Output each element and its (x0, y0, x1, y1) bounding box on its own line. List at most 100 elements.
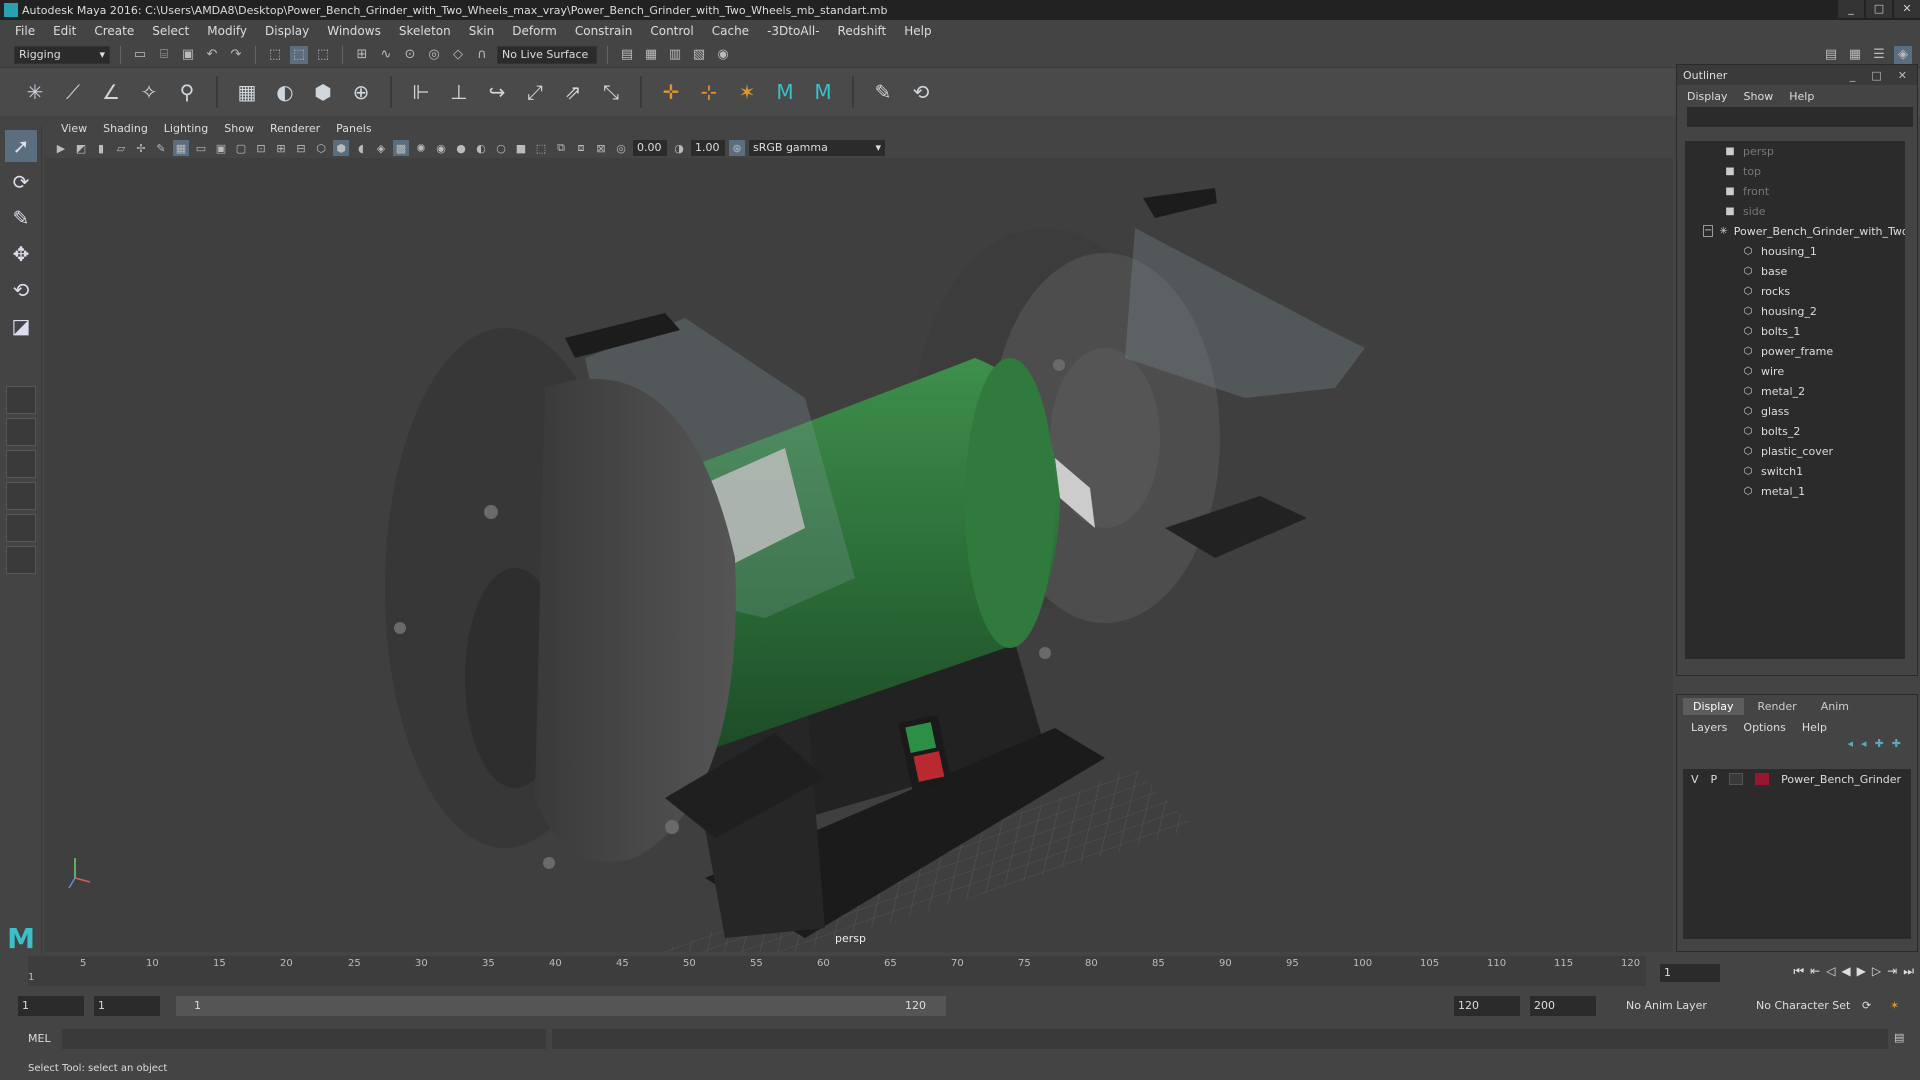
bind-skin-icon[interactable]: ✧ (134, 77, 164, 107)
joint-tool-icon[interactable]: ✳ (20, 77, 50, 107)
attribute-editor-icon[interactable]: ▤ (1822, 46, 1840, 64)
auto-key-icon[interactable]: ⟳ (1862, 996, 1871, 1016)
layer-menu-options[interactable]: Options (1743, 721, 1785, 734)
select-object-icon[interactable]: ⬚ (290, 45, 308, 64)
range-end-field[interactable]: 120 (1454, 996, 1520, 1016)
isolate-select-icon[interactable]: ⬚ (533, 140, 549, 156)
menu-skeleton[interactable]: Skeleton (390, 24, 460, 38)
three-view-layout-icon[interactable] (6, 514, 36, 542)
outliner-item-bolts-2[interactable]: ⬡ bolts_2 (1685, 421, 1905, 441)
menu-create[interactable]: Create (85, 24, 143, 38)
move-layer-down-icon[interactable]: ◂ (1861, 737, 1867, 757)
cluster-icon[interactable]: ◐ (270, 77, 300, 107)
undo-icon[interactable]: ↶ (203, 46, 221, 64)
redo-icon[interactable]: ↷ (227, 46, 245, 64)
select-hierarchy-icon[interactable]: ⬚ (266, 46, 284, 64)
outliner-item-persp[interactable]: ■ persp (1685, 141, 1905, 161)
parent-constraint-icon[interactable]: ⊩ (406, 77, 436, 107)
close-button[interactable]: ✕ (1894, 0, 1920, 18)
grease-pencil-icon[interactable]: ✎ (153, 140, 169, 156)
live-surface-field[interactable]: No Live Surface (497, 45, 597, 64)
new-scene-icon[interactable]: ▭ (131, 46, 149, 64)
four-view-layout-icon[interactable] (6, 418, 36, 446)
pole-vector-icon[interactable]: ⤡ (596, 77, 626, 107)
motion-blur-icon[interactable]: ◐ (473, 140, 489, 156)
persp-hypershade-layout-icon[interactable] (6, 546, 36, 574)
snap-view-icon[interactable]: ◎ (425, 46, 443, 64)
outliner-item-power-frame[interactable]: ⬡ power_frame (1685, 341, 1905, 361)
film-gate-icon[interactable]: ▭ (193, 140, 209, 156)
outliner-item-wire[interactable]: ⬡ wire (1685, 361, 1905, 381)
maya-m-icon[interactable]: M (770, 77, 800, 107)
minimize-button[interactable]: _ (1838, 0, 1864, 18)
locator-icon[interactable]: ✛ (656, 77, 686, 107)
viewport-scene[interactable] (45, 158, 1673, 952)
outliner-item-front[interactable]: ■ front (1685, 181, 1905, 201)
single-perspective-layout-icon[interactable] (6, 386, 36, 414)
outliner-item-top[interactable]: ■ top (1685, 161, 1905, 181)
wireframe-icon[interactable]: ⬡ (313, 140, 329, 156)
collapse-icon[interactable]: − (1703, 225, 1714, 237)
range-start-field[interactable]: 1 (94, 996, 160, 1016)
character-set-dropdown[interactable]: No Character Set (1756, 996, 1850, 1016)
two-d-pan-icon[interactable]: ✢ (133, 140, 149, 156)
outliner-item-bolts-1[interactable]: ⬡ bolts_1 (1685, 321, 1905, 341)
paint-select-tool-icon[interactable]: ✎ (5, 202, 37, 234)
camera-attributes-icon[interactable]: ◩ (73, 140, 89, 156)
menu-skin[interactable]: Skin (460, 24, 504, 38)
persp-outliner-layout-icon[interactable] (6, 450, 36, 478)
layer-row[interactable]: V P Power_Bench_Grinder (1683, 769, 1911, 789)
move-tool-icon[interactable]: ✥ (5, 238, 37, 270)
menuset-dropdown[interactable]: Rigging ▾ (14, 45, 110, 64)
layer-menu-layers[interactable]: Layers (1691, 721, 1727, 734)
depth-of-field-icon[interactable]: ■ (513, 140, 529, 156)
menu-redshift[interactable]: Redshift (829, 24, 896, 38)
save-scene-icon[interactable]: ▣ (179, 46, 197, 64)
outliner-maximize-button[interactable]: □ (1871, 69, 1881, 82)
anim-prefs-icon[interactable]: ✶ (1890, 996, 1899, 1016)
snap-magnet-icon[interactable]: ∩ (473, 46, 491, 64)
camera-select-icon[interactable]: ▶ (53, 140, 69, 156)
command-input[interactable] (62, 1029, 546, 1049)
ipr-render-icon[interactable]: ▥ (666, 46, 684, 64)
step-forward-key-icon[interactable]: ⇥ (1887, 964, 1897, 979)
play-backward-icon[interactable]: ◀ (1841, 964, 1850, 979)
orient-constraint-icon[interactable]: ↪ (482, 77, 512, 107)
start-frame-field[interactable]: 1 (18, 996, 84, 1016)
menu-modify[interactable]: Modify (198, 24, 256, 38)
exposure-field[interactable]: 0.00 (633, 140, 667, 156)
go-to-start-icon[interactable]: ⏮ (1793, 964, 1804, 979)
render-view-icon[interactable]: ▧ (690, 46, 708, 64)
snap-point-icon[interactable]: ⊙ (401, 46, 419, 64)
select-component-icon[interactable]: ⬚ (314, 46, 332, 64)
maya-m-alt-icon[interactable]: M (808, 77, 838, 107)
mirror-weights-icon[interactable]: ⟲ (906, 77, 936, 107)
outliner-search-input[interactable] (1687, 107, 1913, 127)
outliner-item-root[interactable]: −✳Power_Bench_Grinder_with_Two_Wheels (1685, 221, 1905, 241)
range-slider[interactable]: 1 120 (176, 996, 946, 1016)
wireframe-on-shaded-icon[interactable]: ◈ (373, 140, 389, 156)
bookmark-icon[interactable]: ▮ (93, 140, 109, 156)
outliner-item-housing-2[interactable]: ⬡ housing_2 (1685, 301, 1905, 321)
outliner-menu-help[interactable]: Help (1789, 90, 1814, 103)
outliner-item-metal-2[interactable]: ⬡ metal_2 (1685, 381, 1905, 401)
snap-surface-icon[interactable]: ◇ (449, 46, 467, 64)
view-transform-dropdown[interactable]: sRGB gamma ▾ (749, 140, 885, 156)
layer-editor-icon[interactable]: ◈ (1894, 45, 1912, 64)
grid-icon[interactable]: ▦ (173, 140, 189, 156)
smooth-shade-icon[interactable]: ⬢ (333, 140, 349, 156)
ik-spline-icon[interactable]: ∠ (96, 77, 126, 107)
outliner-item-side[interactable]: ■ side (1685, 201, 1905, 221)
lasso-tool-icon[interactable]: ⟳ (5, 166, 37, 198)
layer-type-box[interactable] (1729, 773, 1744, 785)
color-management-icon[interactable]: ⊛ (729, 140, 745, 156)
outliner-item-glass[interactable]: ⬡ glass (1685, 401, 1905, 421)
outliner-menu-display[interactable]: Display (1687, 90, 1728, 103)
scale-tool-icon[interactable]: ◪ (5, 310, 37, 342)
viewport-menu-lighting[interactable]: Lighting (156, 122, 216, 135)
open-scene-icon[interactable]: ⌸ (155, 46, 173, 64)
persp-graph-layout-icon[interactable] (6, 482, 36, 510)
viewport-menu-view[interactable]: View (53, 122, 95, 135)
gate-mask-icon[interactable]: ▢ (233, 140, 249, 156)
blend-shape-icon[interactable]: ⊕ (346, 77, 376, 107)
